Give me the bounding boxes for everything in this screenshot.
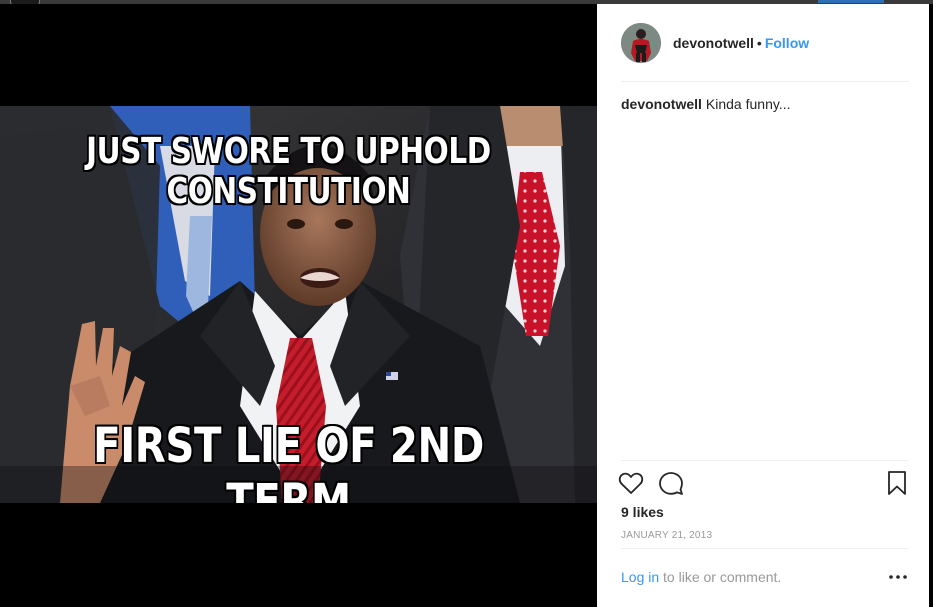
- post-caption: devonotwell Kinda funny...: [621, 95, 909, 113]
- header-separator: •: [756, 35, 762, 51]
- post-image[interactable]: JUST SWORE TO UPHOLD CONSTITUTION FIRST …: [0, 106, 597, 503]
- login-prompt-text: to like or comment.: [659, 569, 782, 585]
- avatar[interactable]: [621, 23, 661, 63]
- header-divider: [621, 81, 909, 82]
- avatar-image: [621, 23, 661, 63]
- header-line: devonotwell • Follow: [673, 35, 809, 51]
- follow-button[interactable]: Follow: [765, 35, 809, 51]
- post-side-panel: devonotwell • Follow devonotwell Kinda funn…: [597, 4, 929, 607]
- caption-text: Kinda funny...: [705, 96, 791, 112]
- header-username-link[interactable]: devonotwell: [673, 35, 754, 51]
- comment-bubble-icon[interactable]: [657, 469, 685, 497]
- login-prompt: Log in to like or comment.: [621, 569, 781, 585]
- heart-icon[interactable]: [617, 469, 645, 497]
- meme-top-caption: JUST SWORE TO UPHOLD CONSTITUTION: [86, 131, 491, 212]
- top-right-accent: [818, 0, 884, 3]
- bookmark-icon-graphic: [888, 471, 906, 495]
- post-actions: [617, 469, 913, 497]
- post-media-area: JUST SWORE TO UPHOLD CONSTITUTION FIRST …: [0, 4, 597, 607]
- bookmark-icon[interactable]: [883, 469, 911, 497]
- post-header: devonotwell • Follow: [597, 4, 929, 82]
- login-link[interactable]: Log in: [621, 569, 659, 585]
- meme-bottom-caption: FIRST LIE OF 2ND TERM: [93, 418, 484, 503]
- more-options-icon[interactable]: [887, 569, 909, 585]
- heart-icon-graphic: [618, 472, 644, 494]
- login-divider: [621, 548, 909, 549]
- instagram-post-page: JUST SWORE TO UPHOLD CONSTITUTION FIRST …: [0, 0, 933, 607]
- likes-count[interactable]: 9 likes: [621, 504, 664, 520]
- post-date[interactable]: JANUARY 21, 2013: [621, 530, 712, 541]
- caption-username-link[interactable]: devonotwell: [621, 96, 702, 112]
- actions-divider: [621, 460, 909, 461]
- more-options-graphic: [889, 575, 907, 579]
- comment-icon-graphic: [659, 472, 683, 495]
